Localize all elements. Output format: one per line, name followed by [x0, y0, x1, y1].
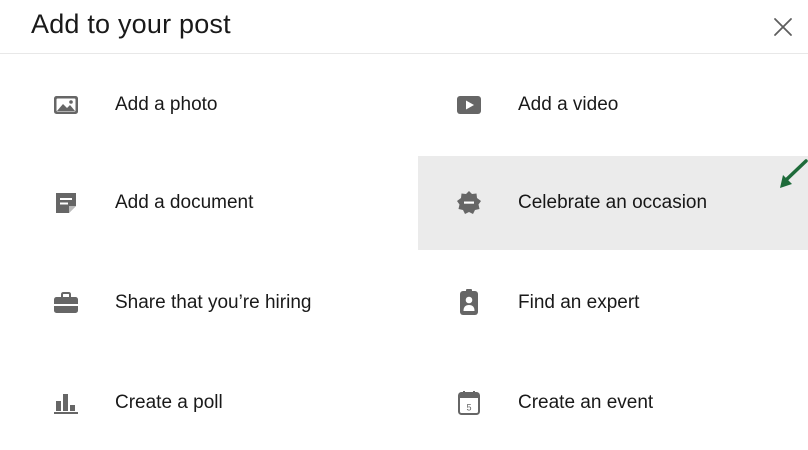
- modal-header: Add to your post: [0, 0, 808, 54]
- briefcase-icon: [51, 288, 81, 318]
- celebrate-occasion-button[interactable]: Celebrate an occasion: [418, 156, 808, 250]
- create-event-button[interactable]: 5 Create an event: [418, 356, 808, 450]
- find-expert-label: Find an expert: [518, 292, 640, 313]
- add-video-label: Add a video: [518, 94, 619, 115]
- calendar-day: 5: [466, 403, 471, 413]
- person-badge-icon: [454, 288, 484, 318]
- options-grid: Add a photo Add a video Add a document C…: [0, 54, 808, 446]
- badge-icon: [454, 188, 484, 218]
- add-photo-button[interactable]: Add a photo: [20, 58, 418, 152]
- create-event-label: Create an event: [518, 392, 654, 413]
- share-hiring-button[interactable]: Share that you’re hiring: [20, 256, 418, 350]
- calendar-icon: 5: [454, 388, 484, 418]
- create-poll-button[interactable]: Create a poll: [20, 356, 418, 450]
- photo-icon: [51, 90, 81, 120]
- add-photo-label: Add a photo: [115, 94, 218, 115]
- poll-icon: [51, 388, 81, 418]
- video-icon: [454, 90, 484, 120]
- document-icon: [51, 188, 81, 218]
- share-hiring-label: Share that you’re hiring: [115, 292, 312, 313]
- annotation-arrow-icon: [780, 159, 808, 188]
- celebrate-occasion-label: Celebrate an occasion: [518, 192, 708, 213]
- add-video-button[interactable]: Add a video: [418, 58, 808, 152]
- add-document-label: Add a document: [115, 192, 254, 213]
- close-icon[interactable]: [770, 14, 796, 40]
- modal-title: Add to your post: [31, 9, 231, 39]
- create-poll-label: Create a poll: [115, 392, 223, 413]
- find-expert-button[interactable]: Find an expert: [418, 256, 808, 350]
- add-document-button[interactable]: Add a document: [20, 156, 418, 250]
